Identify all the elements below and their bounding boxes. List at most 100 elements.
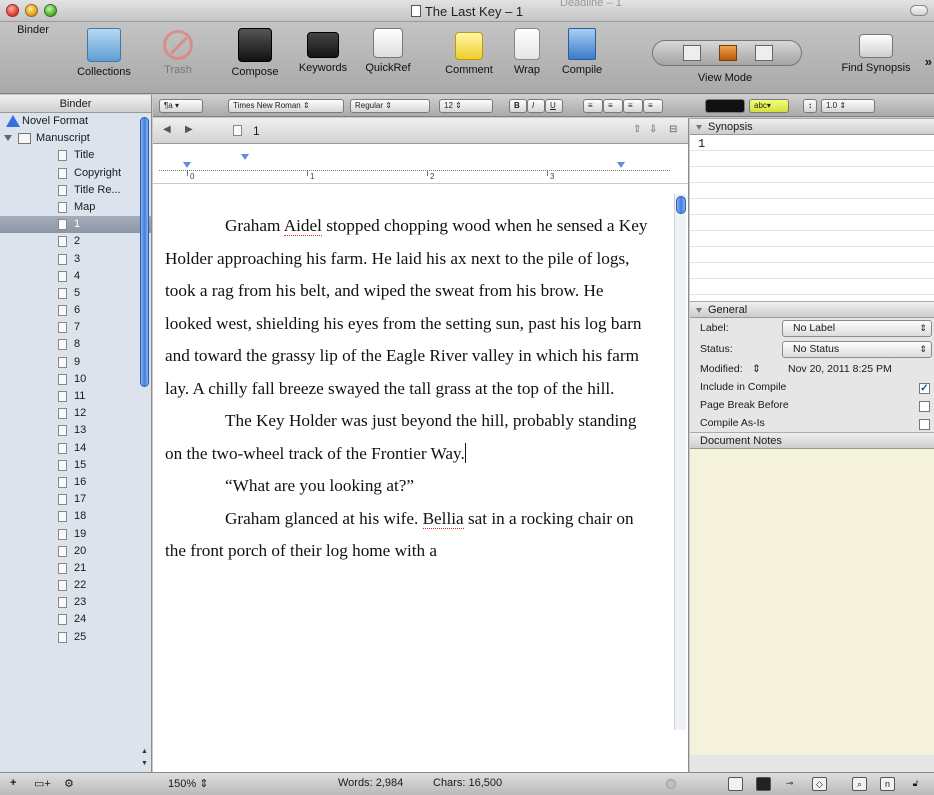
binder-item[interactable]: Map bbox=[0, 199, 151, 216]
binder-item[interactable]: 5 bbox=[0, 285, 151, 302]
comments-icon[interactable]: n bbox=[880, 777, 895, 791]
font-size-select[interactable]: 12 ⇕ bbox=[439, 99, 493, 113]
binder-item[interactable]: 16 bbox=[0, 474, 151, 491]
binder-item[interactable]: 17 bbox=[0, 491, 151, 508]
gear-icon[interactable]: ⚙ bbox=[64, 777, 74, 790]
add-folder-button[interactable]: ▭+ bbox=[34, 777, 51, 790]
comment-toolbar-button[interactable]: Comment bbox=[436, 24, 502, 76]
binder-item[interactable]: 19 bbox=[0, 526, 151, 543]
toolbar-overflow-icon[interactable]: » bbox=[925, 54, 932, 69]
binder-item[interactable]: 22 bbox=[0, 577, 151, 594]
split-editor-icon[interactable]: ⊟ bbox=[669, 124, 677, 135]
metadata-tag-icon[interactable]: ◇ bbox=[812, 777, 827, 791]
binder-item[interactable]: Copyright bbox=[0, 165, 151, 182]
find-synopsis-toolbar-button[interactable]: Find Synopsis bbox=[830, 24, 922, 74]
target-progress-icon[interactable] bbox=[666, 779, 676, 789]
add-document-button[interactable]: + bbox=[10, 777, 16, 789]
inspector-notes-icon[interactable] bbox=[728, 777, 743, 791]
compile-as-is-checkbox[interactable] bbox=[919, 419, 930, 430]
lock-icon[interactable]: 🔓︎ bbox=[908, 777, 923, 791]
modified-toggle-icon[interactable]: ⇕ bbox=[752, 360, 761, 378]
font-style-select[interactable]: Regular ⇕ bbox=[350, 99, 430, 113]
right-indent-marker[interactable] bbox=[617, 162, 625, 168]
disclosure-triangle-icon[interactable] bbox=[4, 135, 12, 142]
binder-item[interactable]: 4 bbox=[0, 268, 151, 285]
wrap-toolbar-button[interactable]: Wrap bbox=[506, 24, 548, 76]
align-justify-button[interactable]: ≡ bbox=[643, 99, 663, 113]
align-right-button[interactable]: ≡ bbox=[623, 99, 643, 113]
go-back-icon[interactable]: ◀ bbox=[163, 124, 171, 135]
disclosure-triangle-icon[interactable] bbox=[696, 308, 702, 313]
binder-item[interactable]: 10 bbox=[0, 371, 151, 388]
align-left-button[interactable]: ≡ bbox=[583, 99, 603, 113]
binder-scroll-up-icon[interactable]: ▲ bbox=[140, 747, 149, 756]
bold-button[interactable]: B bbox=[509, 99, 527, 113]
editor-scrollbar[interactable] bbox=[674, 194, 686, 730]
manuscript-text[interactable]: Graham Aidel stopped chopping wood when … bbox=[165, 210, 651, 568]
binder-item[interactable]: Novel Format bbox=[0, 113, 151, 130]
binder-item[interactable]: 18 bbox=[0, 508, 151, 525]
first-line-indent-marker[interactable] bbox=[183, 162, 191, 168]
document-notes-header[interactable]: Document Notes bbox=[690, 432, 934, 449]
toolbar-toggle-button[interactable] bbox=[910, 5, 928, 16]
binder-scrollbar-thumb[interactable] bbox=[140, 117, 149, 387]
binder-toolbar-button[interactable]: Binder bbox=[4, 24, 62, 157]
binder-item[interactable]: Title bbox=[0, 147, 151, 164]
binder-item[interactable]: Title Re... bbox=[0, 182, 151, 199]
references-icon[interactable] bbox=[756, 777, 771, 791]
editor-scrollbar-thumb[interactable] bbox=[676, 196, 686, 214]
compile-toolbar-button[interactable]: Compile bbox=[552, 24, 612, 76]
binder-item[interactable]: 25 bbox=[0, 629, 151, 646]
next-document-icon[interactable]: ⇩ bbox=[649, 124, 657, 135]
binder-item[interactable]: 14 bbox=[0, 440, 151, 457]
binder-item[interactable]: 12 bbox=[0, 405, 151, 422]
font-family-select[interactable]: Times New Roman ⇕ bbox=[228, 99, 344, 113]
corkboard-view-icon[interactable] bbox=[719, 45, 737, 61]
align-center-button[interactable]: ≡ bbox=[603, 99, 623, 113]
binder-item[interactable]: 15 bbox=[0, 457, 151, 474]
include-in-compile-checkbox[interactable]: ✓ bbox=[919, 383, 930, 394]
underline-button[interactable]: U bbox=[545, 99, 563, 113]
go-forward-icon[interactable]: ▶ bbox=[185, 124, 193, 135]
outliner-view-icon[interactable] bbox=[755, 45, 773, 61]
label-select[interactable]: No Label ⇕ bbox=[782, 320, 932, 337]
compose-toolbar-button[interactable]: Compose bbox=[222, 24, 288, 78]
view-mode-control[interactable] bbox=[652, 40, 802, 66]
keywords-toolbar-button[interactable]: Keywords bbox=[288, 24, 358, 74]
tab-stop-marker[interactable] bbox=[241, 154, 249, 160]
highlight-color-button[interactable]: abc▾ bbox=[749, 99, 789, 113]
document-notes-textarea[interactable] bbox=[690, 449, 934, 755]
line-spacing-select[interactable]: 1.0 ⇕ bbox=[821, 99, 875, 113]
binder-item[interactable]: 23 bbox=[0, 594, 151, 611]
collections-toolbar-button[interactable]: Collections bbox=[66, 24, 142, 78]
text-color-well[interactable] bbox=[705, 99, 745, 113]
status-select[interactable]: No Status ⇕ bbox=[782, 341, 932, 358]
paragraph-style-menu[interactable]: ¶a ▾ bbox=[159, 99, 203, 113]
scrivenings-view-icon[interactable] bbox=[683, 45, 701, 61]
binder-item[interactable]: 2 bbox=[0, 233, 151, 250]
previous-document-icon[interactable]: ⇧ bbox=[633, 124, 641, 135]
binder-item[interactable]: 9 bbox=[0, 354, 151, 371]
binder-item[interactable]: 3 bbox=[0, 251, 151, 268]
binder-item[interactable]: 7 bbox=[0, 319, 151, 336]
binder-item[interactable]: 6 bbox=[0, 302, 151, 319]
zoom-select[interactable]: 150% ⇕ bbox=[168, 777, 208, 790]
keywords-key-icon[interactable]: ⊸ bbox=[782, 777, 797, 791]
ruler[interactable]: 0 1 2 3 bbox=[153, 144, 688, 184]
binder-item[interactable]: 20 bbox=[0, 543, 151, 560]
binder-item[interactable]: 11 bbox=[0, 388, 151, 405]
binder-item[interactable]: 8 bbox=[0, 336, 151, 353]
general-header[interactable]: General bbox=[690, 301, 934, 318]
snapshots-icon[interactable]: ⌕ bbox=[852, 777, 867, 791]
synopsis-header[interactable]: Synopsis bbox=[690, 118, 934, 135]
binder-item[interactable]: 1 bbox=[0, 216, 151, 234]
italic-button[interactable]: I bbox=[527, 99, 545, 113]
binder-item[interactable]: 21 bbox=[0, 560, 151, 577]
binder-item[interactable]: 24 bbox=[0, 611, 151, 628]
synopsis-textarea[interactable]: 1 bbox=[690, 135, 934, 301]
quickref-toolbar-button[interactable]: QuickRef bbox=[356, 24, 420, 74]
editor-document-title[interactable]: 1 bbox=[253, 124, 260, 138]
binder-item[interactable]: 13 bbox=[0, 422, 151, 439]
disclosure-triangle-icon[interactable] bbox=[696, 125, 702, 130]
binder-scroll-down-icon[interactable]: ▼ bbox=[140, 759, 149, 768]
